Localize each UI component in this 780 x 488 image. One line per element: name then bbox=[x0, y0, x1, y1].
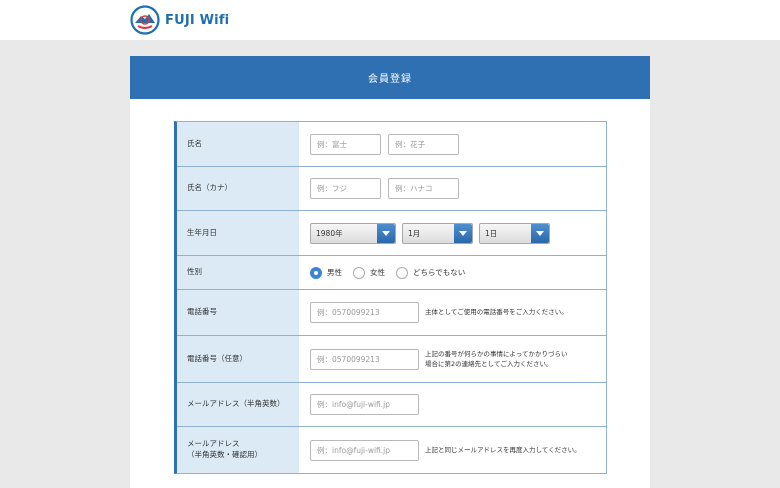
label-phone-optional: 電話番号（任意） bbox=[177, 336, 299, 382]
field-birthdate: 1980年 1月 1日 bbox=[299, 211, 606, 255]
phone-input[interactable]: 例：0570099213 bbox=[310, 302, 419, 323]
phone-optional-note: 上記の番号が何らかの事情によってかかりづらい 場合に第2の連絡先としてご入力くだ… bbox=[425, 349, 568, 368]
row-kana: 氏名（カナ） 例：フジ 例：ハナコ bbox=[177, 166, 606, 210]
registration-card: 会員登録 氏名 例：富士 例：花子 氏名（カナ） 例：フジ 例：ハナコ 生年月日… bbox=[130, 56, 650, 488]
phone-optional-input[interactable]: 例：0570099213 bbox=[310, 348, 419, 370]
chevron-down-icon bbox=[454, 223, 472, 243]
top-bar: FUJI Wifi bbox=[0, 0, 780, 40]
label-email: メールアドレス（半角英数） bbox=[177, 383, 299, 426]
gender-radio-other[interactable]: どちらでもない bbox=[396, 266, 465, 279]
birth-year-select[interactable]: 1980年 bbox=[310, 222, 396, 244]
field-kana: 例：フジ 例：ハナコ bbox=[299, 167, 606, 210]
last-name-kana-input[interactable]: 例：フジ bbox=[310, 178, 381, 199]
row-gender: 性別 男性 女性 どちらでもない bbox=[177, 255, 606, 289]
radio-checked-icon bbox=[310, 266, 322, 279]
brand-name: FUJI Wifi bbox=[165, 12, 230, 28]
label-phone: 電話番号 bbox=[177, 290, 299, 335]
gender-radio-female[interactable]: 女性 bbox=[353, 266, 385, 279]
radio-unchecked-icon bbox=[353, 266, 365, 279]
row-name: 氏名 例：富士 例：花子 bbox=[177, 122, 606, 166]
chevron-down-icon bbox=[377, 223, 395, 243]
row-phone: 電話番号 例：0570099213 主体としてご使用の電話番号をご入力ください。 bbox=[177, 289, 606, 335]
field-phone: 例：0570099213 主体としてご使用の電話番号をご入力ください。 bbox=[299, 290, 606, 335]
field-phone-optional: 例：0570099213 上記の番号が何らかの事情によってかかりづらい 場合に第… bbox=[299, 336, 606, 382]
last-name-input[interactable]: 例：富士 bbox=[310, 133, 381, 155]
email-confirm-note: 上記と同じメールアドレスを再度入力してください。 bbox=[425, 445, 581, 454]
field-email: 例：info@fuji-wifi.jp bbox=[299, 383, 606, 426]
label-gender: 性別 bbox=[177, 256, 299, 289]
email-input[interactable]: 例：info@fuji-wifi.jp bbox=[310, 394, 419, 415]
label-name: 氏名 bbox=[177, 122, 299, 166]
row-email-confirm: メールアドレス （半角英数・確認用） 例：info@fuji-wifi.jp 上… bbox=[177, 426, 606, 473]
field-email-confirm: 例：info@fuji-wifi.jp 上記と同じメールアドレスを再度入力してく… bbox=[299, 427, 606, 473]
row-birthdate: 生年月日 1980年 1月 1日 bbox=[177, 210, 606, 255]
registration-form: 氏名 例：富士 例：花子 氏名（カナ） 例：フジ 例：ハナコ 生年月日 1980… bbox=[174, 121, 607, 474]
row-email: メールアドレス（半角英数） 例：info@fuji-wifi.jp bbox=[177, 382, 606, 426]
field-name: 例：富士 例：花子 bbox=[299, 122, 606, 166]
birth-day-select[interactable]: 1日 bbox=[479, 222, 550, 244]
fuji-logo-icon bbox=[130, 5, 160, 35]
page-title: 会員登録 bbox=[130, 56, 650, 99]
row-phone-optional: 電話番号（任意） 例：0570099213 上記の番号が何らかの事情によってかか… bbox=[177, 335, 606, 382]
field-gender: 男性 女性 どちらでもない bbox=[299, 256, 606, 289]
email-confirm-input[interactable]: 例：info@fuji-wifi.jp bbox=[310, 439, 419, 461]
first-name-kana-input[interactable]: 例：ハナコ bbox=[388, 178, 459, 199]
phone-note: 主体としてご使用の電話番号をご入力ください。 bbox=[425, 308, 568, 317]
chevron-down-icon bbox=[531, 223, 549, 243]
brand-logo[interactable]: FUJI Wifi bbox=[130, 5, 229, 35]
first-name-input[interactable]: 例：花子 bbox=[388, 133, 459, 155]
label-email-confirm: メールアドレス （半角英数・確認用） bbox=[177, 427, 299, 473]
label-birthdate: 生年月日 bbox=[177, 211, 299, 255]
radio-unchecked-icon bbox=[396, 266, 408, 279]
gender-radio-male[interactable]: 男性 bbox=[310, 266, 342, 279]
label-kana: 氏名（カナ） bbox=[177, 167, 299, 210]
birth-month-select[interactable]: 1月 bbox=[402, 222, 473, 244]
